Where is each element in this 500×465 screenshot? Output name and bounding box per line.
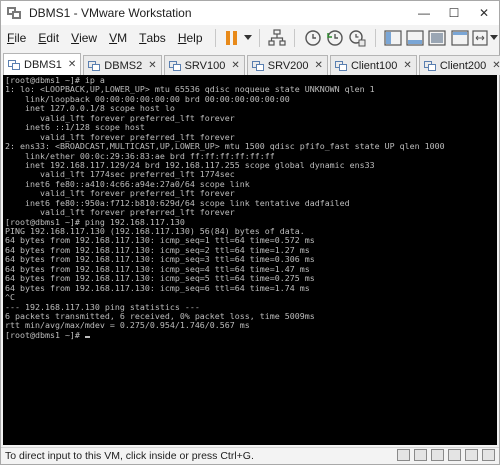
device-status-icons: [397, 449, 495, 461]
close-icon[interactable]: ✕: [492, 60, 500, 71]
vmware-app-icon: [7, 7, 21, 19]
maximize-icon: ☐: [448, 6, 460, 20]
pause-icon: [226, 31, 238, 45]
library-panel-icon: [384, 30, 402, 46]
vm-icon: [8, 59, 20, 70]
usb-controller-icon[interactable]: [448, 449, 461, 461]
chevron-down-icon: [490, 35, 499, 40]
keyboard-network-icon: [268, 29, 286, 46]
snapshot-clock-icon: [304, 30, 321, 46]
stretch-guest-button[interactable]: [471, 27, 490, 49]
vm-icon: [334, 60, 347, 71]
full-screen-button[interactable]: [426, 27, 448, 49]
close-icon[interactable]: ✕: [315, 60, 323, 71]
window-controls: — ☐ ✕: [409, 1, 499, 25]
send-ctrl-alt-del-button[interactable]: [266, 27, 288, 49]
menu-edit-rest: dit: [46, 31, 60, 45]
menu-file[interactable]: File: [1, 27, 32, 49]
minimize-button[interactable]: —: [409, 1, 439, 25]
snapshot-manager-icon: [349, 30, 366, 47]
close-button[interactable]: ✕: [469, 1, 499, 25]
power-pause-button[interactable]: [221, 27, 242, 49]
menu-vm-rest: M: [117, 31, 128, 45]
vm-tab-bar: DBMS1 ✕ DBMS2 ✕ SRV100 ✕ SRV200 ✕ Client…: [1, 53, 500, 75]
power-dropdown-button[interactable]: [242, 27, 253, 49]
close-icon[interactable]: ✕: [68, 59, 76, 70]
console-line: 64 bytes from 192.168.117.130: icmp_seq=…: [5, 282, 310, 293]
tab-client200[interactable]: Client200 ✕: [418, 55, 500, 75]
tab-client100[interactable]: Client100 ✕: [329, 55, 417, 75]
unity-window-icon: [451, 30, 469, 46]
tab-label: SRV100: [184, 59, 226, 72]
console-prompt-line: [root@dbms1 ~]#: [5, 329, 495, 340]
vm-icon: [168, 60, 181, 71]
title-bar: DBMS1 - VMware Workstation — ☐ ✕: [1, 1, 499, 25]
stretch-icon: [472, 30, 489, 46]
menu-view[interactable]: View: [65, 27, 103, 49]
show-library-button[interactable]: [382, 27, 404, 49]
menu-tabs[interactable]: Tabs: [133, 27, 172, 49]
menu-tabs-accel: T: [139, 31, 147, 45]
vm-icon: [423, 60, 436, 71]
tab-label: DBMS2: [104, 59, 143, 72]
snapshot-manager-button[interactable]: [346, 27, 368, 49]
menu-help[interactable]: Help: [172, 27, 209, 49]
console-prompt: [root@dbms1 ~]#: [5, 329, 85, 340]
close-icon: ✕: [478, 6, 490, 20]
text-cursor: [84, 335, 90, 338]
menu-file-rest: ile: [14, 31, 27, 45]
menu-view-rest: iew: [79, 31, 98, 45]
menu-vm[interactable]: VM: [103, 27, 133, 49]
hard-disk-icon[interactable]: [397, 449, 410, 461]
close-icon[interactable]: ✕: [231, 60, 239, 71]
cd-drive-icon[interactable]: [414, 449, 427, 461]
unity-button[interactable]: [449, 27, 471, 49]
revert-clock-icon: [327, 30, 343, 46]
toolbar-separator: [214, 29, 216, 47]
maximize-button[interactable]: ☐: [439, 1, 469, 25]
view-dropdown-button[interactable]: [490, 27, 499, 49]
vmware-window: DBMS1 - VMware Workstation — ☐ ✕ File Ed…: [0, 0, 500, 465]
tab-dbms2[interactable]: DBMS2 ✕: [83, 55, 162, 75]
menu-edit-accel: E: [38, 31, 47, 45]
vm-console[interactable]: [root@dbms1 ~]# ip a 1: lo: <LOOPBACK,UP…: [3, 75, 497, 445]
status-bar: To direct input to this VM, click inside…: [1, 447, 499, 464]
sound-card-icon[interactable]: [465, 449, 478, 461]
vm-icon: [88, 60, 101, 71]
tab-srv100[interactable]: SRV100 ✕: [163, 55, 245, 75]
close-icon[interactable]: ✕: [403, 60, 411, 71]
toolbar-separator: [259, 29, 261, 47]
tab-label: DBMS1: [24, 58, 62, 71]
quick-switch-button[interactable]: [404, 27, 426, 49]
network-adapter-icon[interactable]: [431, 449, 444, 461]
toolbar-separator: [374, 29, 376, 47]
tab-dbms1[interactable]: DBMS1 ✕: [3, 53, 82, 75]
menu-edit[interactable]: Edit: [32, 27, 65, 49]
window-title: DBMS1 - VMware Workstation: [29, 6, 192, 20]
vm-icon: [251, 60, 264, 71]
tab-label: Client200: [439, 59, 487, 72]
menu-file-accel: F: [7, 31, 15, 45]
take-snapshot-button[interactable]: [301, 27, 323, 49]
close-icon[interactable]: ✕: [148, 60, 156, 71]
menu-tabs-rest: abs: [146, 31, 166, 45]
menu-vm-accel: V: [109, 31, 118, 45]
menu-help-rest: elp: [186, 31, 203, 45]
chevron-down-icon: [243, 35, 252, 40]
status-message: To direct input to this VM, click inside…: [5, 450, 254, 462]
tab-srv200[interactable]: SRV200 ✕: [246, 55, 328, 75]
minimize-icon: —: [418, 6, 430, 20]
menu-bar: File Edit View VM Tabs Help: [1, 25, 499, 51]
tab-label: Client100: [350, 59, 398, 72]
thumbnail-bar-icon: [406, 30, 424, 46]
full-screen-icon: [428, 30, 447, 46]
display-icon[interactable]: [482, 449, 495, 461]
toolbar-separator: [294, 29, 296, 47]
menu-help-accel: H: [177, 31, 187, 45]
revert-snapshot-button[interactable]: [324, 27, 346, 49]
menu-view-accel: V: [71, 31, 80, 45]
tab-label: SRV200: [267, 59, 309, 72]
